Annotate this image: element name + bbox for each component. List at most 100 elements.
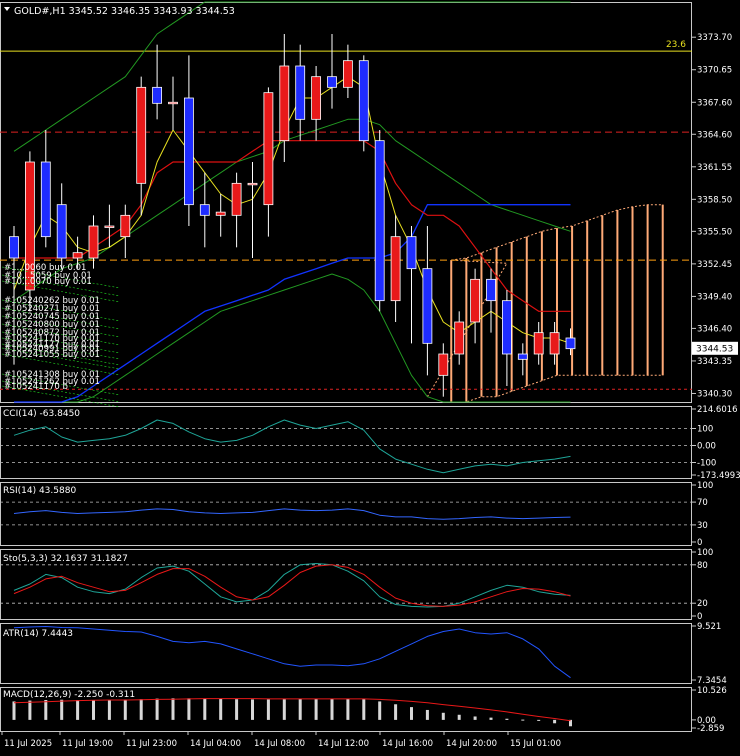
bullish-candle [168, 101, 178, 105]
macd-bar [60, 699, 64, 720]
bearish-candle [422, 268, 433, 344]
stochastic-main-line [13, 563, 571, 608]
macd-panel[interactable]: MACD(12,26,9) -2.250 -0.311 10.5260.00-2… [3, 686, 727, 734]
rsi-panel[interactable]: RSI(14) 43.5880 100 70 30 0 [0, 481, 713, 548]
bullish-candle [438, 353, 449, 376]
axis-tick-label: 100 [697, 424, 713, 434]
stochastic-panel[interactable]: Sto(5,3,3) 32.1637 31.1827 100 80 20 0 [0, 548, 713, 622]
bollinger-upper-line [13, 1, 571, 152]
time-tick-label: 14 Jul 08:00 [254, 739, 305, 749]
macd-bar [235, 699, 239, 720]
macd-bar [537, 719, 541, 721]
axis-tick-label: 70 [697, 498, 708, 508]
ichimoku-cloud [426, 204, 664, 403]
price-tick-label: 3352.45 [697, 260, 732, 270]
price-tick-label: 3361.55 [697, 163, 732, 173]
atr-panel-frame [0, 623, 692, 684]
time-tick-label: 14 Jul 04:00 [190, 739, 241, 749]
bearish-candle [501, 300, 512, 355]
cci-axis: 214.6016 100 0.00 -100 -173.4993 [692, 405, 740, 481]
bearish-candle [183, 97, 194, 206]
rsi-axis: 100 70 30 0 [692, 481, 713, 548]
price-tick-label: 3364.60 [697, 130, 732, 140]
axis-tick-label: 100 [697, 548, 713, 558]
cci-panel-frame [0, 406, 692, 479]
time-tick-label: 11 Jul 23:00 [126, 739, 177, 749]
axis-tick-label: 80 [697, 561, 708, 571]
rsi-line [13, 508, 571, 520]
macd-bar [92, 700, 95, 720]
level-label-23-6: 23.6 [666, 40, 686, 50]
axis-tick-label: 0.00 [697, 441, 716, 451]
macd-bar [123, 699, 127, 720]
bullish-candle [215, 211, 226, 216]
axis-tick-label: 7.3454 [697, 676, 727, 686]
bullish-candle [533, 332, 544, 355]
collapse-triangle-icon[interactable] [4, 7, 10, 11]
time-tick-label: 14 Jul 12:00 [318, 739, 369, 749]
chart-window[interactable]: #1...0060 buy 0.01#10...5059 buy 0.01#10… [0, 0, 740, 752]
atr-panel[interactable]: ATR(14) 7.4443 9.521 7.3454 [3, 622, 727, 686]
macd-bar [266, 699, 270, 720]
price-tick-label: 3346.40 [697, 324, 732, 334]
last-price-value: 3344.53 [696, 344, 733, 354]
price-tick-label: 3355.50 [697, 227, 732, 237]
time-tick-label: 15 Jul 01:00 [510, 739, 561, 749]
macd-bar [330, 698, 334, 720]
symbol-ohlc-header: GOLD#,H1 3345.52 3346.35 3343.93 3344.53 [14, 6, 235, 17]
main-price-panel[interactable]: #1...0060 buy 0.01#10...5059 buy 0.01#10… [0, 1, 692, 408]
axis-tick-label: -100 [697, 459, 716, 469]
axis-tick-label: -173.4993 [697, 471, 740, 481]
axis-tick-label: 9.521 [697, 622, 721, 632]
bullish-candle [247, 182, 258, 186]
atr-label: ATR(14) 7.4443 [3, 629, 73, 639]
macd-bar [203, 698, 207, 720]
cci-line [13, 419, 571, 474]
macd-bar [155, 698, 159, 720]
bullish-candle [454, 321, 465, 355]
bullish-candle [279, 65, 290, 142]
macd-bar [28, 700, 32, 720]
macd-bar [425, 709, 429, 720]
rsi-panel-frame [0, 482, 692, 546]
trade-label: #105241055 buy 0.01 [4, 350, 100, 360]
price-tick-label: 3343.35 [697, 357, 732, 367]
macd-bar [171, 698, 175, 720]
macd-bar [139, 699, 143, 720]
macd-bar [362, 699, 366, 720]
macd-bar [251, 699, 254, 720]
axis-tick-label: 30 [697, 521, 708, 531]
macd-bar [12, 701, 16, 720]
trade-label: #105241170 b [4, 382, 68, 392]
rsi-levels [0, 501, 692, 526]
bearish-candle [152, 86, 163, 104]
stochastic-axis: 100 80 20 0 [692, 548, 713, 622]
macd-bar [107, 699, 111, 720]
bollinger-middle-line [13, 118, 571, 302]
macd-bar [553, 719, 557, 724]
cci-label: CCI(14) -63.8450 [3, 409, 80, 419]
rsi-label: RSI(14) 43.5880 [3, 486, 76, 496]
price-tick-label: 3367.60 [697, 98, 732, 108]
macd-bar [187, 698, 191, 720]
macd-bar [298, 698, 302, 720]
stochastic-signal-line [13, 564, 571, 607]
bearish-candle [199, 204, 210, 216]
trade-label: #10...0070 buy 0.01 [4, 277, 92, 287]
time-tick-label: 11 Jul 19:00 [62, 739, 113, 749]
bearish-candle [374, 140, 385, 302]
macd-bar [76, 700, 80, 720]
main-header: GOLD#,H1 3345.52 3346.35 3343.93 3344.53 [4, 6, 235, 17]
cci-levels [0, 428, 692, 463]
time-tick-label: 14 Jul 20:00 [446, 739, 497, 749]
cci-panel[interactable]: CCI(14) -63.8450 214.6016 100 0.00 -100 -173… [0, 405, 740, 481]
macd-bar [505, 718, 509, 720]
trade-labels: #1...0060 buy 0.01#10...5059 buy 0.01#10… [1, 263, 121, 408]
macd-bar [473, 716, 477, 720]
axis-tick-label: 100 [697, 481, 713, 491]
horizontal-levels [0, 50, 692, 390]
macd-bar [346, 698, 350, 720]
bullish-candle [120, 214, 131, 238]
bearish-candle [486, 278, 496, 302]
bullish-candle [72, 252, 83, 259]
